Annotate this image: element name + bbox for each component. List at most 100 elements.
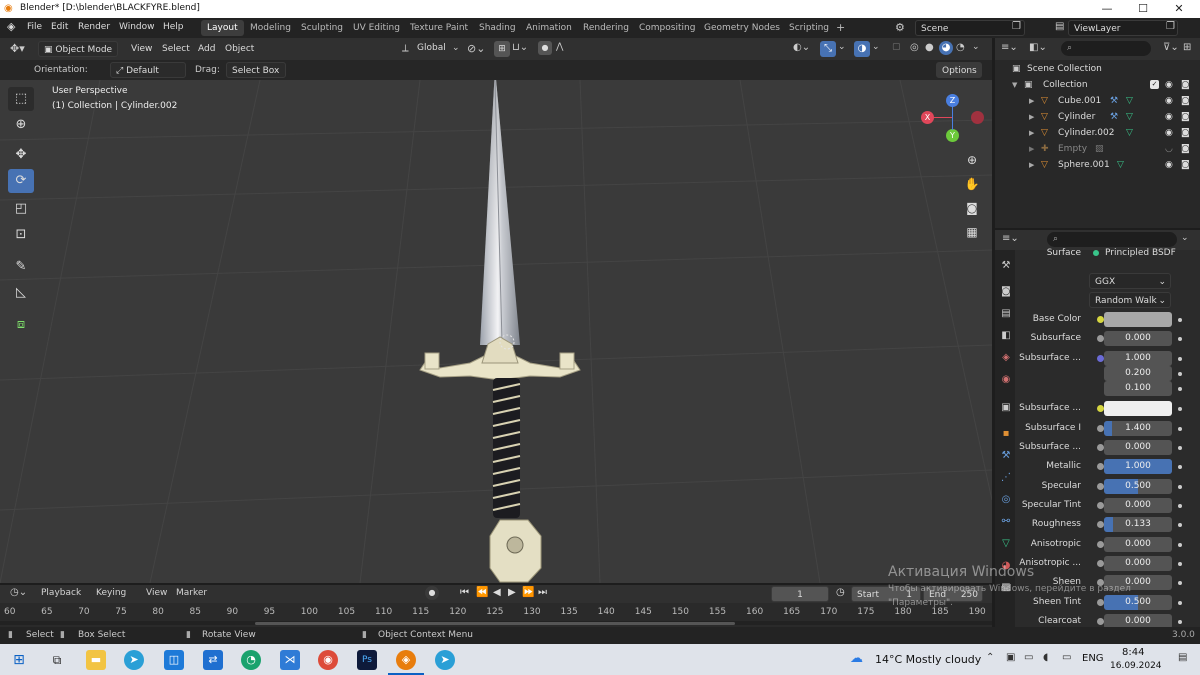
eye-icon[interactable]: ◉ [1165,93,1173,109]
close-button[interactable]: ✕ [1166,1,1192,17]
timeline-menu-playback[interactable]: Playback [41,588,81,598]
timeline-ruler[interactable]: 60 65 70 75 80 85 90 95 100 105 110 115 120 125 130 135… [0,605,992,619]
tray-app-icon[interactable]: ▣ [1006,652,1015,663]
wireframe-shading-icon[interactable]: ◎ [910,42,919,53]
properties-editor-icon[interactable]: ≡⌄ [1002,233,1019,244]
filter-icon[interactable]: ⊽⌄ [1163,42,1179,53]
keyframe-dot[interactable] [1178,337,1182,341]
render-camera-icon[interactable]: ◙ [1181,109,1190,125]
socket-dot[interactable] [1097,405,1104,412]
minimize-button[interactable]: — [1094,1,1120,17]
expand-icon[interactable]: ▶ [1029,109,1034,125]
zoom-icon[interactable]: ⊕ [962,150,982,170]
tab-compositing[interactable]: Compositing [633,20,701,36]
file-explorer-icon[interactable]: ▬ [86,650,106,670]
solid-shading-icon[interactable]: ● [925,42,934,53]
rendered-shading-icon[interactable]: ◔ [956,42,965,53]
socket-dot[interactable] [1097,444,1104,451]
expand-icon[interactable]: ▼ [1012,77,1017,93]
socket-dot[interactable] [1097,599,1104,606]
property-slider[interactable]: 0.000 [1104,556,1172,571]
pan-hand-icon[interactable]: ✋ [962,174,982,194]
expand-icon[interactable]: ▶ [1029,157,1034,173]
jump-end-icon[interactable]: ⏭ [538,587,547,598]
socket-dot[interactable] [1097,560,1104,567]
eye-icon[interactable]: ◉ [1165,109,1173,125]
eye-closed-icon[interactable]: ◡ [1165,141,1173,157]
eye-icon[interactable]: ◉ [1165,125,1173,141]
blender-taskbar-icon[interactable]: ◈ [396,650,416,670]
add-workspace-button[interactable]: + [830,20,851,36]
expand-icon[interactable]: ▶ [1029,93,1034,109]
gizmo-toggle-icon[interactable]: ⤡ [820,41,836,57]
windows-start-icon[interactable]: ⊞ [9,650,29,670]
chevron-down-icon[interactable]: ⌄ [972,42,980,52]
expand-icon[interactable]: ▶ [1029,125,1034,141]
falloff-icon[interactable]: ⋀ [556,42,563,52]
mode-selector[interactable]: ▣ Object Mode [38,41,118,57]
socket-dot[interactable] [1097,618,1104,625]
transform-tool-icon[interactable]: ⊡ [8,223,34,247]
cursor-tool-icon[interactable]: ⊕ [8,113,34,137]
pivot-icon[interactable]: ⊘⌄ [467,42,485,55]
gizmo-y-axis[interactable]: Y [946,129,959,142]
keyframe-dot[interactable] [1178,620,1182,624]
tab-layout[interactable]: Layout [201,20,244,36]
prev-keyframe-icon[interactable]: ⏪ [476,587,488,598]
options-button[interactable]: Options [936,62,982,78]
xray-icon[interactable]: ▢ [892,42,901,52]
chevron-down-icon[interactable]: ⌄ [872,42,880,52]
visibility-icon[interactable]: ◐⌄ [793,42,810,53]
snap-icon[interactable]: ⊞ [494,41,510,57]
outliner-search-input[interactable]: ⌕ [1061,41,1151,56]
outliner-item[interactable]: ▶ ▽ Sphere.001 ▽ ◉ ◙ [995,157,1200,173]
view-layer-selector[interactable]: ViewLayer [1068,20,1178,36]
eye-icon[interactable]: ◉ [1165,157,1173,173]
render-camera-icon[interactable]: ◙ [1181,141,1190,157]
render-camera-icon[interactable]: ◙ [1181,125,1190,141]
socket-dot[interactable] [1097,355,1104,362]
proportional-edit-icon[interactable]: ● [538,41,552,55]
keyframe-dot[interactable] [1178,504,1182,508]
color-swatch[interactable] [1104,401,1172,416]
notification-icon[interactable]: ▤ [1178,652,1187,663]
property-slider[interactable]: 0.000 [1104,498,1172,513]
socket-dot[interactable] [1097,425,1104,432]
viewport-menu-view[interactable]: View [131,44,152,54]
tab-geometry-nodes[interactable]: Geometry Nodes [698,20,786,36]
timeline-editor-icon[interactable]: ◷⌄ [10,587,27,598]
add-cube-tool-icon[interactable]: ⧈ [8,313,34,337]
overlay-toggle-icon[interactable]: ◑ [854,41,870,57]
socket-dot[interactable] [1097,335,1104,342]
expand-icon[interactable]: ▶ [1029,141,1034,157]
new-scene-icon[interactable]: ❐ [1012,21,1021,32]
drag-select[interactable]: Select Box [226,62,286,78]
tab-animation[interactable]: Animation [520,20,578,36]
tab-texture-paint[interactable]: Texture Paint [404,20,474,36]
surface-shader[interactable]: Principled BSDF [1105,248,1176,258]
current-frame-field[interactable]: 1 [771,586,829,602]
viewport-menu-select[interactable]: Select [162,44,190,54]
keyframe-dot[interactable] [1178,357,1182,361]
property-slider[interactable]: 0.500 [1104,595,1172,610]
blender-menu-icon[interactable]: ◈ [7,20,15,33]
record-button[interactable]: ● [425,586,439,600]
new-view-layer-icon[interactable]: ❐ [1166,21,1175,32]
play-reverse-icon[interactable]: ◀ [493,587,501,598]
battery-icon[interactable]: ▭ [1062,652,1071,663]
menu-file[interactable]: File [27,22,42,32]
outliner-editor-icon[interactable]: ≡⌄ [1001,42,1018,53]
transform-orientation-select[interactable]: Global [417,43,446,53]
snap-target-icon[interactable]: ⊔⌄ [512,42,528,53]
render-tab-icon[interactable]: ◙ [998,284,1014,300]
property-slider[interactable]: 0.100 [1104,381,1172,396]
keyframe-dot[interactable] [1178,407,1182,411]
menu-edit[interactable]: Edit [51,22,68,32]
outliner-item[interactable]: ▶ ▽ Cylinder.002 ▽ ◉ ◙ [995,125,1200,141]
socket-dot[interactable] [1097,541,1104,548]
rotate-tool-icon[interactable]: ⟳ [8,169,34,193]
chrome-icon[interactable]: ◉ [318,650,338,670]
measure-tool-icon[interactable]: ◺ [8,281,34,305]
timeline-scrollbar[interactable] [0,621,992,625]
subsurface-method-select[interactable]: Random Walk ⌄ [1089,292,1171,308]
